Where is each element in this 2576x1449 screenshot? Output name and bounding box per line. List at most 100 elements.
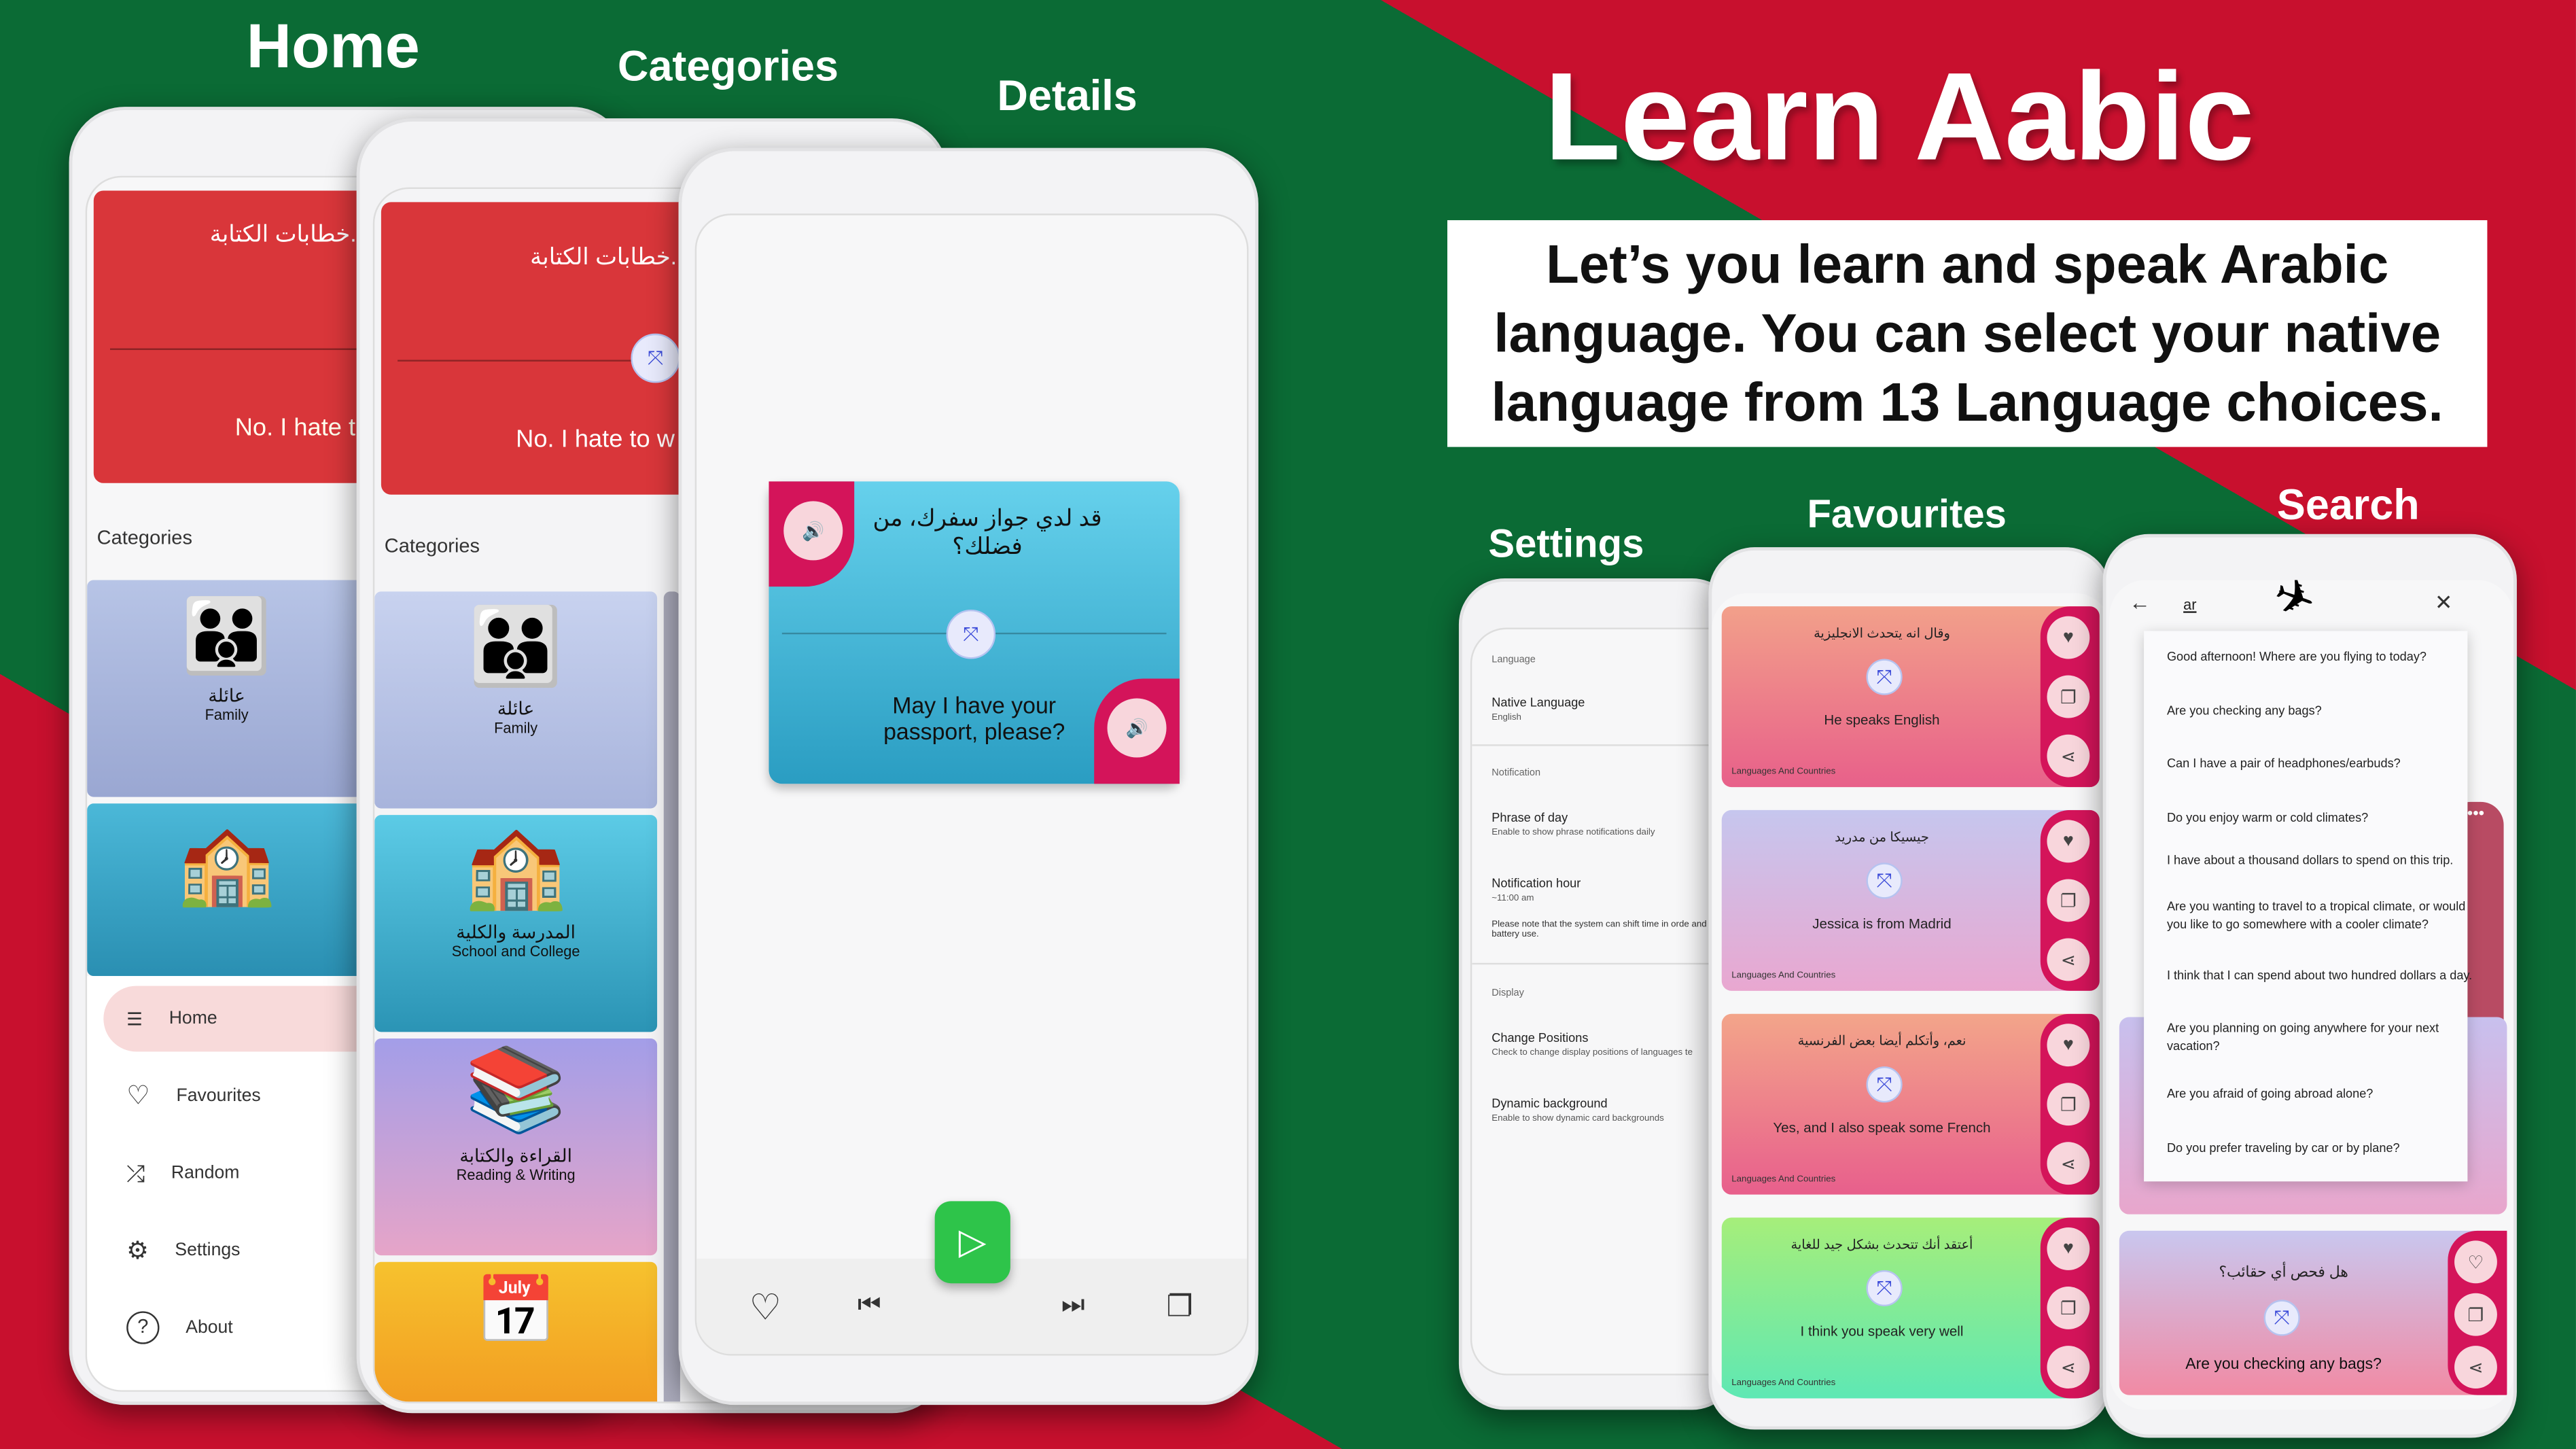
copy-icon[interactable]: ❐ xyxy=(1167,1290,1193,1325)
phrase-arabic: هل فحص أي حقائب؟ xyxy=(2219,1263,2348,1280)
setting-dynamic-background[interactable]: Dynamic background Enable to show dynamic… xyxy=(1492,1096,1664,1124)
heart-icon[interactable]: ♥ xyxy=(2047,616,2090,659)
search-result[interactable]: I have about a thousand dollars to spend… xyxy=(2167,851,2473,869)
swap-icon[interactable]: ⤧ xyxy=(1866,1270,1903,1307)
category-family[interactable]: 👪 عائلة Family xyxy=(374,591,658,809)
section-header: Notification xyxy=(1492,769,1541,779)
play-button[interactable]: ▷ xyxy=(934,1201,1010,1284)
setting-subtitle: Enable to show phrase notifications dail… xyxy=(1492,828,1655,839)
swap-icon[interactable]: ⤧ xyxy=(1866,1066,1903,1103)
speaker-icon[interactable]: 🔊 xyxy=(783,501,843,561)
heart-icon[interactable]: ♡ xyxy=(749,1287,781,1329)
nav-label: Home xyxy=(169,1009,217,1029)
nav-label: Settings xyxy=(175,1240,241,1261)
favourite-card[interactable]: وقال انه يتحدث الانجليزية ⤧ He speaks Eng… xyxy=(1721,606,2100,788)
search-result[interactable]: Are you wanting to travel to a tropical … xyxy=(2167,897,2473,934)
phrase-english: Are you checking any bags? xyxy=(2185,1355,2382,1374)
speaker-icon[interactable]: 🔊 xyxy=(1107,698,1167,758)
back-arrow-icon[interactable]: ← xyxy=(2129,590,2150,614)
swap-icon[interactable]: ⤧ xyxy=(946,609,996,659)
search-result[interactable]: I think that I can spend about two hundr… xyxy=(2167,966,2479,985)
search-result[interactable]: Are you planning on going anywhere for y… xyxy=(2167,1019,2473,1055)
phrase-arabic: قد لدي جواز سفرك، من فضلك؟ xyxy=(872,504,1102,559)
previous-icon[interactable]: ⏮ xyxy=(858,1291,881,1321)
swap-icon[interactable]: ⤧ xyxy=(1866,659,1903,695)
categories-label: Categories xyxy=(96,525,192,549)
school-icon: 🏫 xyxy=(464,820,567,912)
favourite-card[interactable]: أعتقد أنك تتحدث بشكل جيد للغاية ⤧ I think… xyxy=(1721,1217,2100,1399)
phrase-english: Jessica is from Madrid xyxy=(1812,915,1952,932)
setting-title: Notification hour xyxy=(1492,875,1581,891)
phrase-english: No. I hate t xyxy=(234,414,356,442)
phrase-card[interactable]: هل فحص أي حقائب؟ ⤧ Are you checking any … xyxy=(2119,1230,2507,1395)
search-suggestions: Good afternoon! Where are you flying to … xyxy=(2144,631,2472,1182)
nav-label: Random xyxy=(171,1163,240,1183)
share-icon[interactable]: ⋖ xyxy=(2047,1346,2090,1389)
setting-notification-hour[interactable]: Notification hour ~11:00 am xyxy=(1492,876,1581,904)
phone-settings: Language Native Language English Notifica… xyxy=(1458,578,1738,1410)
share-icon[interactable]: ⋖ xyxy=(2047,1142,2090,1185)
heart-icon[interactable]: ♥ xyxy=(2047,820,2090,863)
share-icon[interactable]: ⋖ xyxy=(2454,1346,2497,1389)
copy-icon[interactable]: ❐ xyxy=(2047,879,2090,922)
setting-change-positions[interactable]: Change Positions Check to change display … xyxy=(1492,1030,1693,1058)
category-ar: القراءة والكتابة xyxy=(459,1147,572,1167)
copy-icon[interactable]: ❐ xyxy=(2047,1287,2090,1329)
shuffle-icon: ⤮ xyxy=(126,1159,145,1186)
help-icon: ? xyxy=(126,1311,160,1344)
search-result[interactable]: Good afternoon! Where are you flying to … xyxy=(2167,648,2479,666)
setting-note: Please note that the system can shift ti… xyxy=(1492,920,1707,940)
heart-icon[interactable]: ♥ xyxy=(2047,1227,2090,1270)
category-school[interactable]: 🏫 xyxy=(87,803,367,977)
phrase-arabic: وقال انه يتحدث الانجليزية xyxy=(1814,626,1950,641)
phone-favourites: وقال انه يتحدث الانجليزية ⤧ He speaks Eng… xyxy=(1708,547,2111,1430)
hero-subtitle: Let’s you learn and speak Arabic languag… xyxy=(1447,220,2488,447)
heart-icon[interactable]: ♥ xyxy=(2047,1024,2090,1067)
category-school[interactable]: 🏫 المدرسة والكلية School and College xyxy=(374,815,658,1032)
next-icon[interactable]: ⏭ xyxy=(1061,1291,1085,1321)
search-input[interactable]: ar xyxy=(2183,597,2196,613)
search-result[interactable]: Do you enjoy warm or cold climates? xyxy=(2167,809,2479,827)
setting-title: Dynamic background xyxy=(1492,1096,1608,1111)
phrase-english: No. I hate to w xyxy=(516,425,675,454)
category-en: Family xyxy=(205,706,249,723)
phrase-arabic: نعم، وأتكلم أيضا بعض الفرنسية xyxy=(1797,1033,1966,1049)
copy-icon[interactable]: ❐ xyxy=(2047,675,2090,718)
setting-subtitle: Enable to show dynamic card backgrounds xyxy=(1492,1114,1664,1124)
category-calendar[interactable]: 📅 xyxy=(374,1261,658,1402)
heart-icon: ♡ xyxy=(126,1083,150,1111)
category-tag: Languages And Countries xyxy=(1731,1174,1836,1185)
share-icon[interactable]: ⋖ xyxy=(2047,734,2090,778)
share-icon[interactable]: ⋖ xyxy=(2047,938,2090,981)
section-header: Language xyxy=(1492,655,1536,666)
swap-icon[interactable]: ⤧ xyxy=(1866,862,1903,899)
books-icon: 📚 xyxy=(464,1043,567,1136)
phrase-english: He speaks English xyxy=(1824,711,1940,729)
copy-icon[interactable]: ❐ xyxy=(2454,1293,2497,1336)
copy-icon[interactable]: ❐ xyxy=(2047,1083,2090,1126)
category-reading[interactable]: 📚 القراءة والكتابة Reading & Writing xyxy=(374,1038,658,1256)
favourite-card[interactable]: نعم، وأتكلم أيضا بعض الفرنسية ⤧ Yes, and … xyxy=(1721,1013,2100,1195)
category-ar: المدرسة والكلية xyxy=(456,923,576,943)
phrase-card[interactable]: 🔊 قد لدي جواز سفرك، من فضلك؟ ⤧ May I hav… xyxy=(769,481,1180,784)
category-family[interactable]: 👪 عائلة Family xyxy=(87,580,367,797)
search-result[interactable]: Are you afraid of going abroad alone? xyxy=(2167,1085,2479,1103)
phrase-english: Yes, and I also speak some French xyxy=(1773,1119,1991,1136)
category-ar: عائلة xyxy=(208,686,245,707)
swap-icon[interactable]: ⤧ xyxy=(631,333,680,383)
phone-search: ← ar ✈ ✕ ••• هل فحص أي حقائب؟ ⤧ Are you … xyxy=(2102,534,2517,1438)
search-result[interactable]: Do you prefer traveling by car or by pla… xyxy=(2167,1138,2479,1157)
category-tag: Languages And Countries xyxy=(1731,767,1836,778)
heart-icon[interactable]: ♡ xyxy=(2454,1240,2497,1284)
category-en: Family xyxy=(494,719,538,737)
setting-value: ~11:00 am xyxy=(1492,894,1534,904)
swap-icon[interactable]: ⤧ xyxy=(2263,1299,2300,1336)
search-result[interactable]: Can I have a pair of headphones/earbuds? xyxy=(2167,754,2479,773)
search-result[interactable]: Are you checking any bags? xyxy=(2167,701,2479,720)
favourite-card[interactable]: جيسيكا من مدريد ⤧ Jessica is from Madrid L… xyxy=(1721,809,2100,991)
setting-subtitle: Check to change display positions of lan… xyxy=(1492,1048,1693,1058)
setting-native-language[interactable]: Native Language English xyxy=(1492,695,1585,723)
category-ar: عائلة xyxy=(497,699,535,720)
close-icon[interactable]: ✕ xyxy=(2435,590,2452,616)
setting-phrase-of-day[interactable]: Phrase of day Enable to show phrase notif… xyxy=(1492,810,1655,838)
